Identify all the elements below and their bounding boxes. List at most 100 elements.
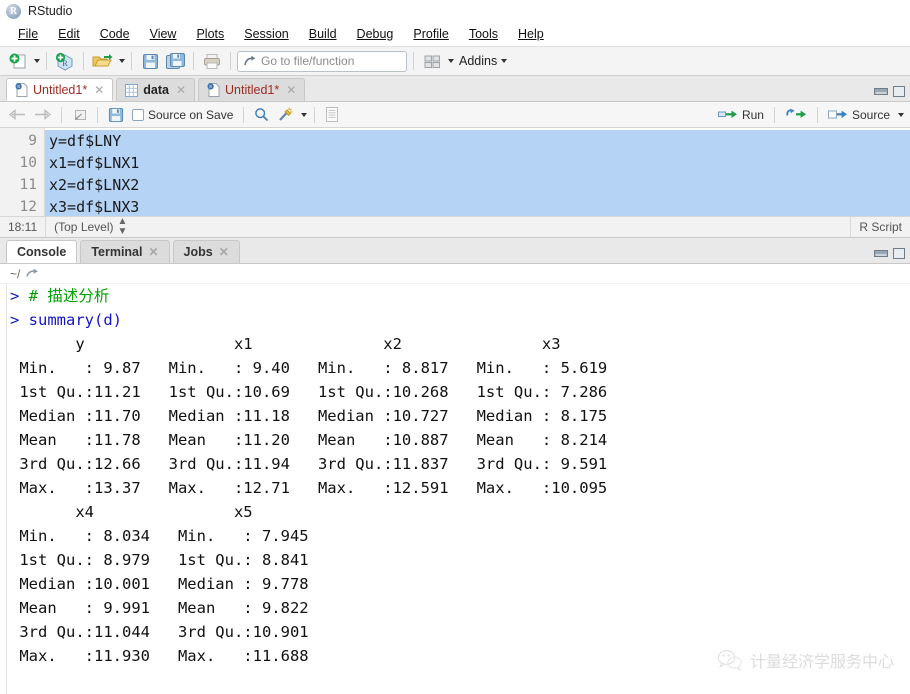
scope-label: (Top Level)	[54, 220, 114, 234]
source-tab-untitled1-a[interactable]: R Untitled1* ✕	[6, 78, 114, 101]
source-toolbar-sep-6	[816, 106, 818, 123]
source-tab-label: data	[143, 83, 169, 97]
console-working-directory: ~/	[0, 264, 910, 284]
console-output-line: Min. : 9.87 Min. : 9.40 Min. : 8.817 Min…	[10, 359, 626, 377]
code-line[interactable]: x1=df$LNX1	[45, 152, 910, 174]
menu-tools[interactable]: Tools	[459, 25, 508, 43]
menu-file-label: File	[18, 27, 39, 41]
console-line-comment: > # 描述分析	[10, 284, 910, 308]
back-button[interactable]	[6, 105, 29, 125]
toolbar-sep-3	[131, 52, 132, 70]
goto-file-function-input[interactable]: Go to file/function	[237, 50, 407, 72]
find-replace-button[interactable]	[251, 105, 272, 125]
source-button[interactable]: Source	[825, 105, 893, 125]
source-tab-data[interactable]: data ✕	[116, 78, 196, 101]
tab-jobs-close-icon[interactable]: ✕	[219, 245, 229, 259]
source-on-save-checkbox[interactable]	[132, 108, 144, 121]
menu-view-label: View	[149, 27, 177, 41]
menu-help[interactable]: Help	[508, 25, 554, 43]
open-file-button[interactable]	[90, 49, 115, 73]
new-file-icon	[9, 53, 25, 68]
print-button[interactable]	[200, 49, 224, 73]
console-output-line: 3rd Qu.:11.044 3rd Qu.:10.901	[10, 623, 328, 641]
maximize-pane-icon[interactable]	[891, 85, 906, 98]
new-file-caret-icon[interactable]	[34, 59, 40, 63]
file-type[interactable]: R Script	[851, 217, 910, 237]
console-comment-text: # 描述分析	[28, 287, 110, 305]
console-output-line: 1st Qu.:11.21 1st Qu.:10.69 1st Qu.:10.2…	[10, 383, 626, 401]
menu-debug[interactable]: Debug	[347, 25, 404, 43]
show-in-new-window-button[interactable]	[69, 105, 90, 125]
tab-terminal[interactable]: Terminal ✕	[80, 240, 170, 263]
source-toolbar-sep-4	[314, 106, 316, 123]
console-output-line: Max. :13.37 Max. :12.71 Max. :12.591 Max…	[10, 479, 626, 497]
open-file-caret-icon[interactable]	[119, 59, 125, 63]
code-line[interactable]: x3=df$LNX3	[45, 196, 910, 216]
menu-code[interactable]: Code	[90, 25, 140, 43]
run-button[interactable]: Run	[715, 105, 767, 125]
workspace-panes-caret-icon[interactable]	[448, 59, 454, 63]
working-directory-path: ~/	[10, 266, 21, 281]
new-project-button[interactable]: R	[53, 49, 77, 73]
console-output-line: Mean :11.78 Mean :11.20 Mean :10.887 Mea…	[10, 431, 626, 449]
compile-report-button[interactable]	[322, 105, 342, 125]
menu-build[interactable]: Build	[299, 25, 347, 43]
menu-plots-label: Plots	[196, 27, 225, 41]
source-save-button[interactable]	[105, 105, 127, 125]
console-line-input: > summary(d)	[10, 308, 910, 332]
editor-code-area[interactable]: y=df$LNY x1=df$LNX1 x2=df$LNX2 x3=df$LNX…	[45, 128, 910, 216]
forward-button[interactable]	[31, 105, 54, 125]
source-tab-close-icon[interactable]: ✕	[286, 83, 296, 97]
addins-caret-icon[interactable]	[501, 59, 508, 63]
maximize-console-icon[interactable]	[891, 247, 906, 260]
minimize-console-icon[interactable]	[873, 247, 888, 260]
console-panel-controls	[873, 247, 906, 260]
tab-console-label: Console	[17, 244, 67, 259]
workspace-panes-button[interactable]	[420, 49, 444, 73]
code-line[interactable]: x2=df$LNX2	[45, 174, 910, 196]
main-toolbar: R Go to file/function Addins	[0, 46, 910, 76]
menu-plots[interactable]: Plots	[186, 25, 234, 43]
console-output[interactable]: > # 描述分析 > summary(d) y x1 x2 x3 Min. : …	[0, 284, 910, 694]
tab-terminal-close-icon[interactable]: ✕	[148, 245, 158, 259]
toolbar-sep-2	[83, 52, 84, 70]
code-tools-button[interactable]	[274, 105, 296, 125]
tab-jobs[interactable]: Jobs ✕	[172, 240, 240, 263]
menu-profile[interactable]: Profile	[403, 25, 458, 43]
code-line[interactable]: y=df$LNY	[45, 130, 910, 152]
menu-view[interactable]: View	[140, 25, 187, 43]
code-tools-caret-icon[interactable]	[301, 112, 308, 117]
goto-file-placeholder: Go to file/function	[261, 54, 355, 68]
save-button[interactable]	[138, 49, 162, 73]
source-status-bar: 18:11 (Top Level) ▲ ▼ R Script	[0, 216, 910, 238]
source-icon	[827, 110, 847, 119]
editor-gutter: 9 10 11 12	[0, 128, 45, 216]
scope-selector[interactable]: (Top Level) ▲ ▼	[46, 217, 135, 237]
source-caret-icon[interactable]	[898, 112, 904, 117]
source-toolbar-sep-3	[243, 106, 245, 123]
code-editor[interactable]: 9 10 11 12 y=df$LNY x1=df$LNX1 x2=df$LNX…	[0, 128, 910, 216]
console-left-rule	[6, 284, 7, 694]
wechat-logo-icon	[717, 650, 742, 671]
source-tab-untitled1-b[interactable]: R Untitled1* ✕	[198, 78, 306, 101]
save-all-button[interactable]	[163, 49, 187, 73]
new-file-button[interactable]	[6, 49, 30, 73]
forward-arrow-icon	[35, 109, 51, 120]
run-icon	[717, 110, 737, 118]
menu-edit[interactable]: Edit	[48, 25, 90, 43]
menu-code-label: Code	[99, 27, 130, 41]
compile-report-icon	[326, 107, 339, 122]
source-tab-close-icon[interactable]: ✕	[176, 83, 186, 97]
source-toolbar-sep-5	[773, 106, 775, 123]
menu-profile-label: Profile	[413, 27, 449, 41]
search-icon	[255, 108, 269, 122]
source-on-save-toggle[interactable]: Source on Save	[129, 105, 236, 125]
re-run-button[interactable]	[782, 105, 810, 125]
minimize-pane-icon[interactable]	[873, 85, 888, 98]
source-tab-close-icon[interactable]: ✕	[94, 83, 104, 97]
menu-file[interactable]: File	[8, 25, 48, 43]
source-on-save-label: Source on Save	[148, 107, 234, 122]
addins-button[interactable]: Addins	[459, 54, 497, 68]
tab-console[interactable]: Console	[6, 240, 78, 263]
menu-session[interactable]: Session	[234, 25, 298, 43]
